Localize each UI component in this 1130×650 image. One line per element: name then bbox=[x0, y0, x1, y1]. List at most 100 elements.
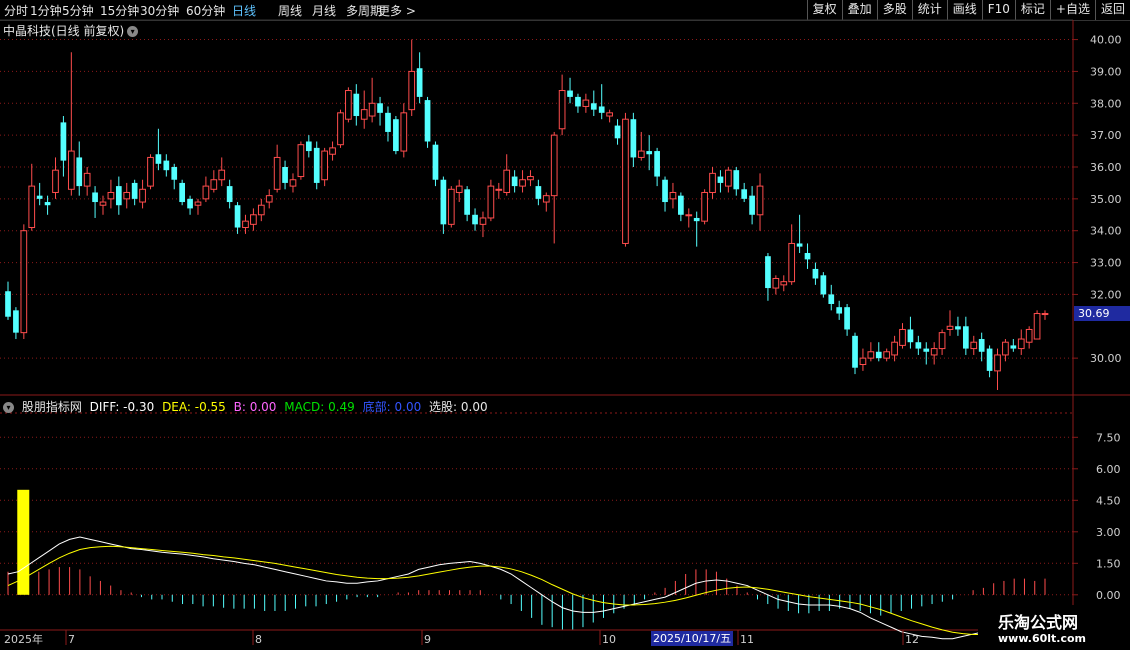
candle-body bbox=[772, 277, 780, 289]
candle-body bbox=[400, 112, 408, 152]
candle-body bbox=[202, 185, 210, 200]
candle-body bbox=[875, 351, 882, 359]
candle-body bbox=[1002, 341, 1009, 356]
candle-body bbox=[582, 99, 590, 107]
candle-body bbox=[796, 243, 803, 247]
candle-body bbox=[955, 326, 961, 330]
candle-body bbox=[1025, 328, 1033, 343]
candle-body bbox=[377, 103, 383, 113]
price-label: 38.00 bbox=[1090, 97, 1122, 110]
date-label: 12 bbox=[905, 633, 919, 646]
candle-body bbox=[194, 201, 202, 206]
candle-body bbox=[575, 96, 581, 107]
candle-body bbox=[242, 220, 249, 229]
candle-body bbox=[36, 195, 43, 199]
candle-body bbox=[297, 144, 305, 178]
chevron-down-icon[interactable]: ▾ bbox=[3, 402, 14, 413]
price-label: 33.00 bbox=[1090, 257, 1122, 270]
candle-body bbox=[669, 191, 677, 200]
pick-value: 选股: 0.00 bbox=[429, 400, 488, 414]
indicator-name[interactable]: 股朋指标网 bbox=[22, 400, 82, 414]
date-label: 8 bbox=[255, 633, 262, 646]
price-label: 34.00 bbox=[1090, 225, 1122, 238]
candle-body bbox=[393, 119, 399, 152]
candle-body bbox=[741, 189, 748, 199]
date-label: 9 bbox=[424, 633, 431, 646]
date-label: 11 bbox=[740, 633, 754, 646]
candle-body bbox=[519, 179, 526, 187]
candle-body bbox=[859, 357, 867, 366]
candle-body bbox=[646, 151, 653, 155]
candle-body bbox=[542, 195, 550, 203]
candle-body bbox=[828, 294, 835, 304]
candle-body bbox=[820, 275, 827, 295]
candle-body bbox=[210, 179, 218, 190]
candle-body bbox=[234, 205, 241, 228]
candle-body bbox=[852, 335, 858, 368]
price-label: 36.00 bbox=[1090, 161, 1122, 174]
candle-body bbox=[83, 172, 91, 187]
candle-body bbox=[780, 281, 788, 286]
candle-body bbox=[701, 191, 708, 222]
candle-body bbox=[1041, 313, 1049, 316]
candle-body bbox=[630, 119, 637, 158]
candle-body bbox=[511, 176, 518, 187]
candle-body bbox=[115, 186, 122, 206]
indicator-label: 0.00 bbox=[1096, 589, 1121, 602]
candle-body bbox=[946, 325, 954, 330]
candle-body bbox=[360, 109, 368, 120]
candle-body bbox=[313, 147, 320, 183]
candle-body bbox=[447, 188, 455, 225]
candle-body bbox=[92, 192, 98, 203]
candle-body bbox=[709, 172, 716, 193]
candle-body bbox=[598, 106, 605, 113]
candle-body bbox=[107, 191, 115, 200]
candle-body bbox=[930, 348, 938, 356]
candle-body bbox=[693, 217, 700, 222]
site-watermark: 乐淘公式网 www.60lt.com bbox=[978, 605, 1130, 650]
candle-body bbox=[915, 342, 922, 349]
dea-value: DEA: -0.55 bbox=[162, 400, 226, 414]
candle-body bbox=[440, 179, 447, 225]
candle-body bbox=[978, 339, 985, 352]
candle-body bbox=[337, 112, 344, 146]
candle-body bbox=[464, 189, 470, 215]
candle-body bbox=[5, 291, 11, 317]
candle-body bbox=[123, 191, 131, 200]
candle-body bbox=[812, 268, 819, 279]
candle-body bbox=[147, 156, 154, 187]
candle-body bbox=[788, 242, 796, 283]
candle-body bbox=[614, 125, 621, 139]
indicator-label: 4.50 bbox=[1096, 494, 1121, 507]
candlesticks bbox=[5, 39, 1049, 390]
macd-chart bbox=[0, 436, 1073, 640]
candle-body bbox=[994, 354, 1001, 372]
macd-value: MACD: 0.49 bbox=[284, 400, 355, 414]
b-value: B: 0.00 bbox=[233, 400, 277, 414]
candle-body bbox=[654, 151, 660, 177]
candle-body bbox=[289, 179, 297, 187]
candle-body bbox=[970, 341, 978, 350]
candle-body bbox=[923, 348, 930, 352]
candle-body bbox=[527, 176, 534, 181]
candle-body bbox=[305, 141, 312, 152]
candle-body bbox=[187, 198, 193, 209]
candle-body bbox=[273, 156, 281, 190]
indicator-label: 3.00 bbox=[1096, 526, 1121, 539]
candle-body bbox=[368, 102, 376, 117]
indicator-label: 7.50 bbox=[1096, 431, 1121, 444]
candle-body bbox=[678, 195, 684, 215]
candle-body bbox=[416, 68, 423, 97]
candle-body bbox=[1017, 338, 1025, 350]
bottom-value: 底部: 0.00 bbox=[362, 400, 422, 414]
candle-body bbox=[226, 186, 233, 203]
candle-body bbox=[250, 214, 257, 225]
candle-body bbox=[60, 122, 67, 161]
candle-body bbox=[558, 90, 566, 130]
candle-body bbox=[1010, 345, 1017, 349]
candle-body bbox=[495, 188, 503, 191]
kline-chart[interactable]: 40.00 39.00 38.00 37.00 36.00 35.00 34.00 33.00… bbox=[0, 0, 1130, 650]
candle-body bbox=[76, 157, 83, 187]
candle-body bbox=[503, 169, 511, 193]
candle-body bbox=[163, 160, 170, 171]
